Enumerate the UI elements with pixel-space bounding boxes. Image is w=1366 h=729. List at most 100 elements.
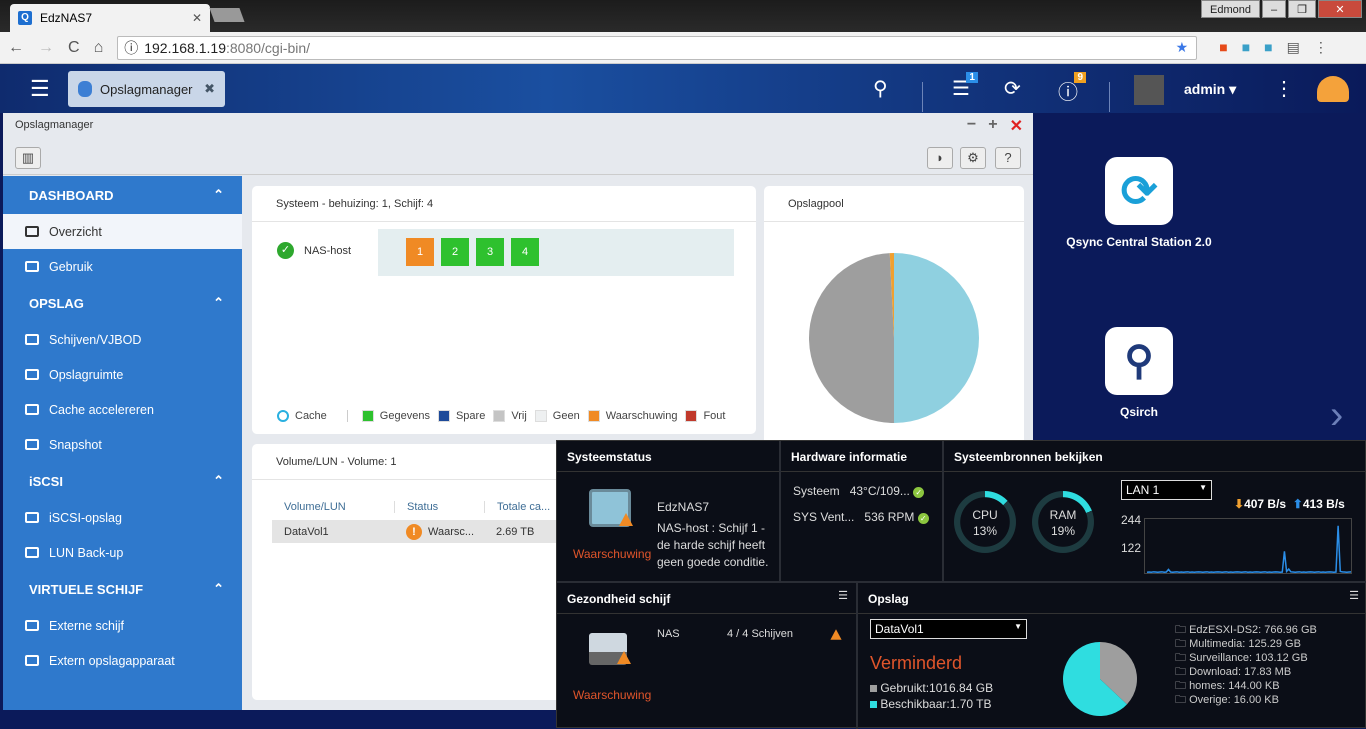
home-icon[interactable]: ⌂ (94, 39, 104, 57)
background-tasks-icon[interactable]: ☰ 1 (952, 72, 978, 101)
sidebar-item[interactable]: Snapshot (3, 427, 242, 462)
office-extension-icon[interactable]: ■ (1219, 39, 1227, 56)
search-icon[interactable]: ⚲ (873, 76, 888, 101)
sidebar-section-header[interactable]: VIRTUELE SCHIJF ⌃ (3, 570, 242, 608)
browser-tab[interactable]: Q EdzNAS7 ✕ (10, 4, 210, 32)
sidebar-item[interactable]: LUN Back-up (3, 535, 242, 570)
main-menu-icon[interactable]: ☰ (30, 76, 50, 102)
cpu-label: CPU (972, 508, 998, 522)
next-page-icon[interactable]: › (1330, 393, 1343, 438)
disk-state: Waarschuwing (573, 688, 652, 702)
legend-label: Vrij (511, 410, 527, 422)
notifications-icon[interactable]: ⓘ 9 (1058, 72, 1086, 105)
sidebar-item[interactable]: Gebruik (3, 249, 242, 284)
section-label: iSCSI (29, 473, 63, 489)
close-window-button[interactable]: ✕ (1318, 0, 1362, 18)
toggle-sidebar-button[interactable]: ▥ (15, 147, 41, 169)
sidebar-item[interactable]: Overzicht (3, 214, 242, 249)
item-icon (25, 334, 39, 345)
new-tab-button[interactable] (209, 8, 245, 22)
avatar[interactable] (1134, 75, 1164, 105)
item-icon (25, 512, 39, 523)
sidebar-section-header[interactable]: OPSLAG ⌃ (3, 284, 242, 322)
browser-menu-icon[interactable]: ⋮ (1314, 39, 1328, 56)
desktop-app-qsirch[interactable]: ⚲ Qsirch (1044, 327, 1234, 419)
qnap-favicon-icon: Q (18, 11, 32, 25)
close-icon[interactable]: ✕ (1010, 116, 1023, 136)
y-tick: 244 (1121, 513, 1142, 527)
disk-slot[interactable]: 1 (406, 238, 434, 266)
sidebar-item[interactable]: Cache accelereren (3, 392, 242, 427)
table-row[interactable]: DataVol1 ! Waarsc... 2.69 TB (272, 520, 562, 543)
warning-icon (830, 629, 842, 640)
app-tab-opslagmanager[interactable]: Opslagmanager ✖ (68, 71, 225, 107)
storage-pool-panel: Opslagpool (764, 186, 1024, 446)
extension-icon[interactable]: ■ (1242, 39, 1250, 56)
disk-slot[interactable]: 3 (476, 238, 504, 266)
sidebar-item[interactable]: Externe schijf (3, 608, 242, 643)
sidebar-section-header[interactable]: iSCSI ⌃ (3, 462, 242, 500)
settings-button[interactable]: ⚙ (960, 147, 986, 169)
more-options-icon[interactable]: ⋮ (1274, 76, 1294, 101)
column-header[interactable]: Totale ca... (484, 501, 550, 513)
volume-select[interactable]: DataVol1 ▼ (870, 619, 1027, 639)
column-header[interactable]: Status (394, 501, 484, 513)
minimize-icon[interactable]: − (967, 116, 976, 136)
nas-host-label: ✓ NAS-host (277, 242, 351, 259)
disk-slot[interactable]: 4 (511, 238, 539, 266)
list-icon[interactable]: ☰ (838, 589, 848, 602)
item-icon (25, 404, 39, 415)
column-header[interactable]: Volume/LUN (272, 501, 394, 513)
ram-label: RAM (1049, 508, 1077, 522)
legend-swatch (587, 410, 600, 422)
url-input[interactable]: ⓘ 192.168.1.19:8080/cgi-bin/ ★ (117, 35, 1198, 60)
storage-pool-pie[interactable] (808, 252, 980, 424)
hw-value: 43°C/109... (849, 484, 910, 498)
url-host: 192.168.1.19 (144, 39, 226, 56)
warning-icon (619, 513, 633, 526)
folder-item: 🗀 homes: 144.00 KB (1175, 679, 1317, 693)
folder-icon: 🗀 (1175, 652, 1186, 664)
sidebar-section-header[interactable]: DASHBOARD ⌃ (3, 176, 242, 214)
pdf-extension-icon[interactable]: ▤ (1287, 39, 1300, 56)
bookmark-star-icon[interactable]: ★ (1176, 39, 1189, 56)
sidebar-item[interactable]: Opslagruimte (3, 357, 242, 392)
sidebar-item[interactable]: Extern opslagapparaat (3, 643, 242, 678)
app-tab-label: Opslagmanager (100, 81, 193, 97)
reload-icon[interactable]: C (68, 39, 80, 57)
folder-label: Overige: 16.00 KB (1189, 694, 1279, 706)
status-message: NAS-host : Schijf 1 - de harde schijf he… (657, 521, 769, 569)
help-button[interactable]: ? (995, 147, 1021, 169)
qtier-button[interactable]: ◗ (927, 147, 953, 169)
network-traffic-chart (1144, 518, 1352, 574)
legend-swatch (534, 410, 547, 422)
user-menu[interactable]: admin ▾ (1184, 81, 1236, 98)
nas-name: EdzNAS7 (657, 500, 710, 514)
lan-select[interactable]: LAN 1 ▼ (1121, 480, 1212, 500)
sidebar-item[interactable]: iSCSI-opslag (3, 500, 242, 535)
dashboard-gauge-icon[interactable] (1317, 76, 1349, 102)
desktop-app-qsync[interactable]: ⟳ Qsync Central Station 2.0 (1044, 157, 1234, 249)
back-icon[interactable]: ← (8, 39, 24, 57)
maximize-icon[interactable]: + (988, 116, 997, 136)
profile-button[interactable]: Edmond (1201, 0, 1260, 18)
disk-slot[interactable]: 2 (441, 238, 469, 266)
list-icon[interactable]: ☰ (1349, 589, 1359, 602)
volume-name: DataVol1 (284, 525, 329, 538)
pie-slice (809, 253, 894, 423)
external-device-icon[interactable]: ⟳ (1004, 76, 1021, 101)
disk-legend: Cache Gegevens Spare Vrij Geen Waarschuwing Fo… (277, 410, 725, 422)
panel-title: Opslagpool (764, 186, 1024, 222)
legend-swatch (437, 410, 450, 422)
extension-icon[interactable]: ■ (1264, 39, 1272, 56)
app-label: Qsync Central Station 2.0 (1066, 235, 1212, 249)
close-tab-icon[interactable]: ✕ (192, 11, 202, 25)
section-label: DASHBOARD (29, 187, 114, 203)
minimize-button[interactable]: – (1262, 0, 1287, 18)
forward-icon[interactable]: → (38, 39, 54, 57)
maximize-button[interactable]: ❐ (1288, 0, 1316, 18)
sidebar-item[interactable]: Schijven/VJBOD (3, 322, 242, 357)
status-state: Waarschuwing (573, 547, 652, 561)
close-app-icon[interactable]: ✖ (204, 81, 215, 97)
folder-item: 🗀 EdzESXI-DS2: 766.96 GB (1175, 623, 1317, 637)
